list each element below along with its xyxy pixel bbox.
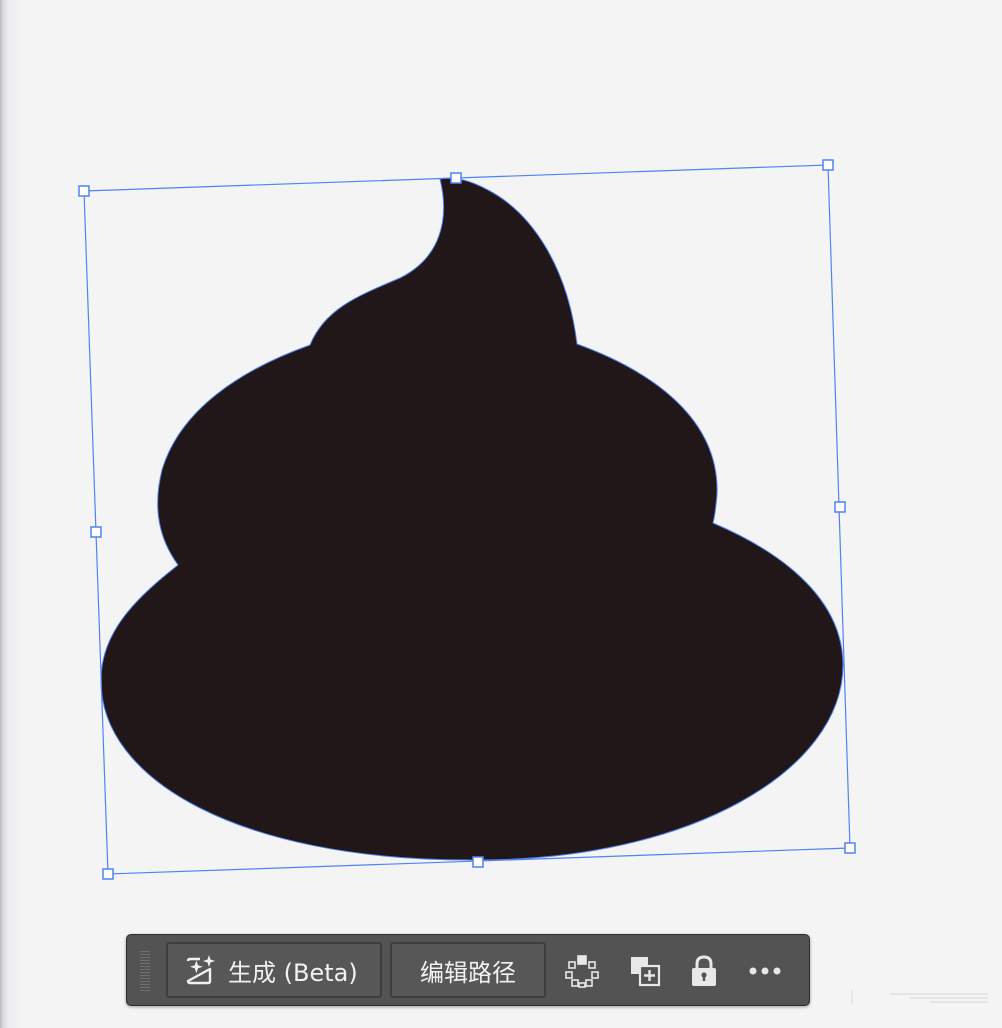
toolbar-drag-handle[interactable] bbox=[140, 951, 150, 991]
duplicate-add-icon[interactable] bbox=[625, 951, 665, 991]
edit-path-label: 编辑路径 bbox=[420, 958, 516, 987]
resize-handle-top-middle[interactable] bbox=[450, 172, 462, 184]
resize-handle-bottom-right[interactable] bbox=[844, 842, 856, 854]
poop-shape[interactable] bbox=[100, 177, 844, 861]
resize-handle-top-right[interactable] bbox=[822, 159, 834, 171]
resize-handle-top-left[interactable] bbox=[78, 185, 90, 197]
select-points-icon[interactable] bbox=[562, 951, 602, 991]
resize-handle-middle-left[interactable] bbox=[90, 526, 102, 538]
generate-sparkle-icon bbox=[184, 953, 218, 987]
faint-corner-artifact bbox=[851, 990, 988, 1004]
edit-path-button[interactable]: 编辑路径 bbox=[390, 942, 546, 998]
resize-handle-middle-right[interactable] bbox=[834, 501, 846, 513]
resize-handle-bottom-left[interactable] bbox=[102, 868, 114, 880]
generate-beta-label: 生成 (Beta) bbox=[228, 958, 358, 987]
artboard-canvas[interactable] bbox=[0, 0, 1002, 1028]
resize-handle-bottom-middle[interactable] bbox=[472, 856, 484, 868]
more-icon[interactable] bbox=[745, 951, 785, 991]
generate-beta-button[interactable]: 生成 (Beta) bbox=[166, 942, 382, 998]
lock-icon[interactable] bbox=[684, 951, 724, 991]
contextual-task-bar: 生成 (Beta) 编辑路径 bbox=[126, 934, 810, 1006]
